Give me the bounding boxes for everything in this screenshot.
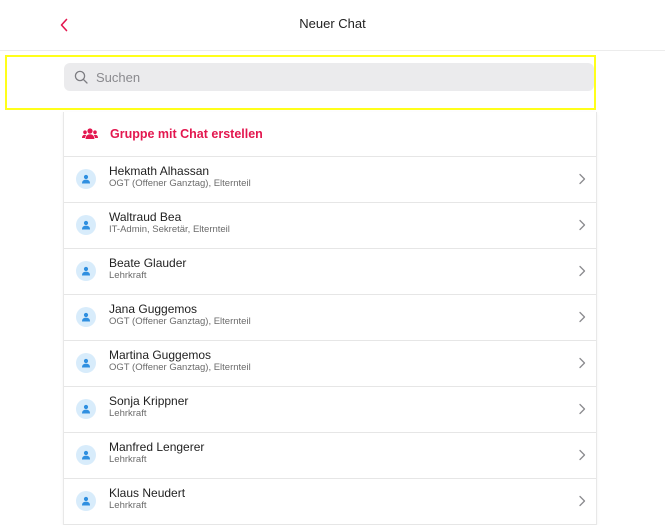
contact-row[interactable]: Klaus Neudert Lehrkraft xyxy=(64,479,596,525)
avatar xyxy=(76,399,96,419)
chevron-right-icon xyxy=(579,219,586,231)
search-input[interactable] xyxy=(94,68,578,86)
contact-row[interactable]: Jana Guggemos OGT (Offener Ganztag), Elt… xyxy=(64,295,596,341)
person-icon xyxy=(82,450,90,460)
contact-roles: OGT (Offener Ganztag), Elternteil xyxy=(109,178,251,189)
avatar xyxy=(76,445,96,465)
avatar xyxy=(76,215,96,235)
contact-roles: IT-Admin, Sekretär, Elternteil xyxy=(109,224,230,235)
search-icon xyxy=(74,70,88,84)
contact-row[interactable]: Manfred Lengerer Lehrkraft xyxy=(64,433,596,479)
contact-list: Gruppe mit Chat erstellen Hekmath Alhass… xyxy=(63,112,597,525)
chevron-right-icon xyxy=(579,403,586,415)
contact-roles: Lehrkraft xyxy=(109,454,147,465)
contact-name: Klaus Neudert xyxy=(109,486,186,500)
header-bar: Neuer Chat xyxy=(0,0,665,51)
person-icon xyxy=(82,358,90,368)
contact-roles: Lehrkraft xyxy=(109,408,147,419)
person-icon xyxy=(82,404,90,414)
avatar xyxy=(76,261,96,281)
contact-name: Martina Guggemos xyxy=(109,348,212,362)
group-icon xyxy=(82,128,98,139)
person-icon xyxy=(82,174,90,184)
person-icon xyxy=(82,312,90,322)
avatar xyxy=(76,169,96,189)
person-icon xyxy=(82,496,90,506)
avatar xyxy=(76,491,96,511)
contact-row[interactable]: Martina Guggemos OGT (Offener Ganztag), … xyxy=(64,341,596,387)
person-icon xyxy=(82,220,90,230)
person-icon xyxy=(82,266,90,276)
contact-roles: Lehrkraft xyxy=(109,270,147,281)
contact-row[interactable]: Hekmath Alhassan OGT (Offener Ganztag), … xyxy=(64,157,596,203)
contact-row[interactable]: Waltraud Bea IT-Admin, Sekretär, Elternt… xyxy=(64,203,596,249)
contact-roles: OGT (Offener Ganztag), Elternteil xyxy=(109,316,251,327)
contact-name: Beate Glauder xyxy=(109,256,187,270)
avatar xyxy=(76,353,96,373)
chevron-right-icon xyxy=(579,357,586,369)
avatar xyxy=(76,307,96,327)
contact-name: Manfred Lengerer xyxy=(109,440,205,454)
contact-name: Hekmath Alhassan xyxy=(109,164,210,178)
chevron-right-icon xyxy=(579,495,586,507)
create-group-label: Gruppe mit Chat erstellen xyxy=(110,127,263,141)
contact-row[interactable]: Sonja Krippner Lehrkraft xyxy=(64,387,596,433)
contact-name: Sonja Krippner xyxy=(109,394,189,408)
chevron-right-icon xyxy=(579,173,586,185)
create-group-chat-button[interactable]: Gruppe mit Chat erstellen xyxy=(64,112,596,157)
contact-row[interactable]: Beate Glauder Lehrkraft xyxy=(64,249,596,295)
chevron-right-icon xyxy=(579,311,586,323)
contact-roles: Lehrkraft xyxy=(109,500,147,511)
search-field[interactable] xyxy=(64,63,594,91)
contact-name: Jana Guggemos xyxy=(109,302,198,316)
contact-roles: OGT (Offener Ganztag), Elternteil xyxy=(109,362,251,373)
chevron-right-icon xyxy=(579,449,586,461)
chevron-right-icon xyxy=(579,265,586,277)
page-title: Neuer Chat xyxy=(299,16,366,31)
contact-name: Waltraud Bea xyxy=(109,210,182,224)
